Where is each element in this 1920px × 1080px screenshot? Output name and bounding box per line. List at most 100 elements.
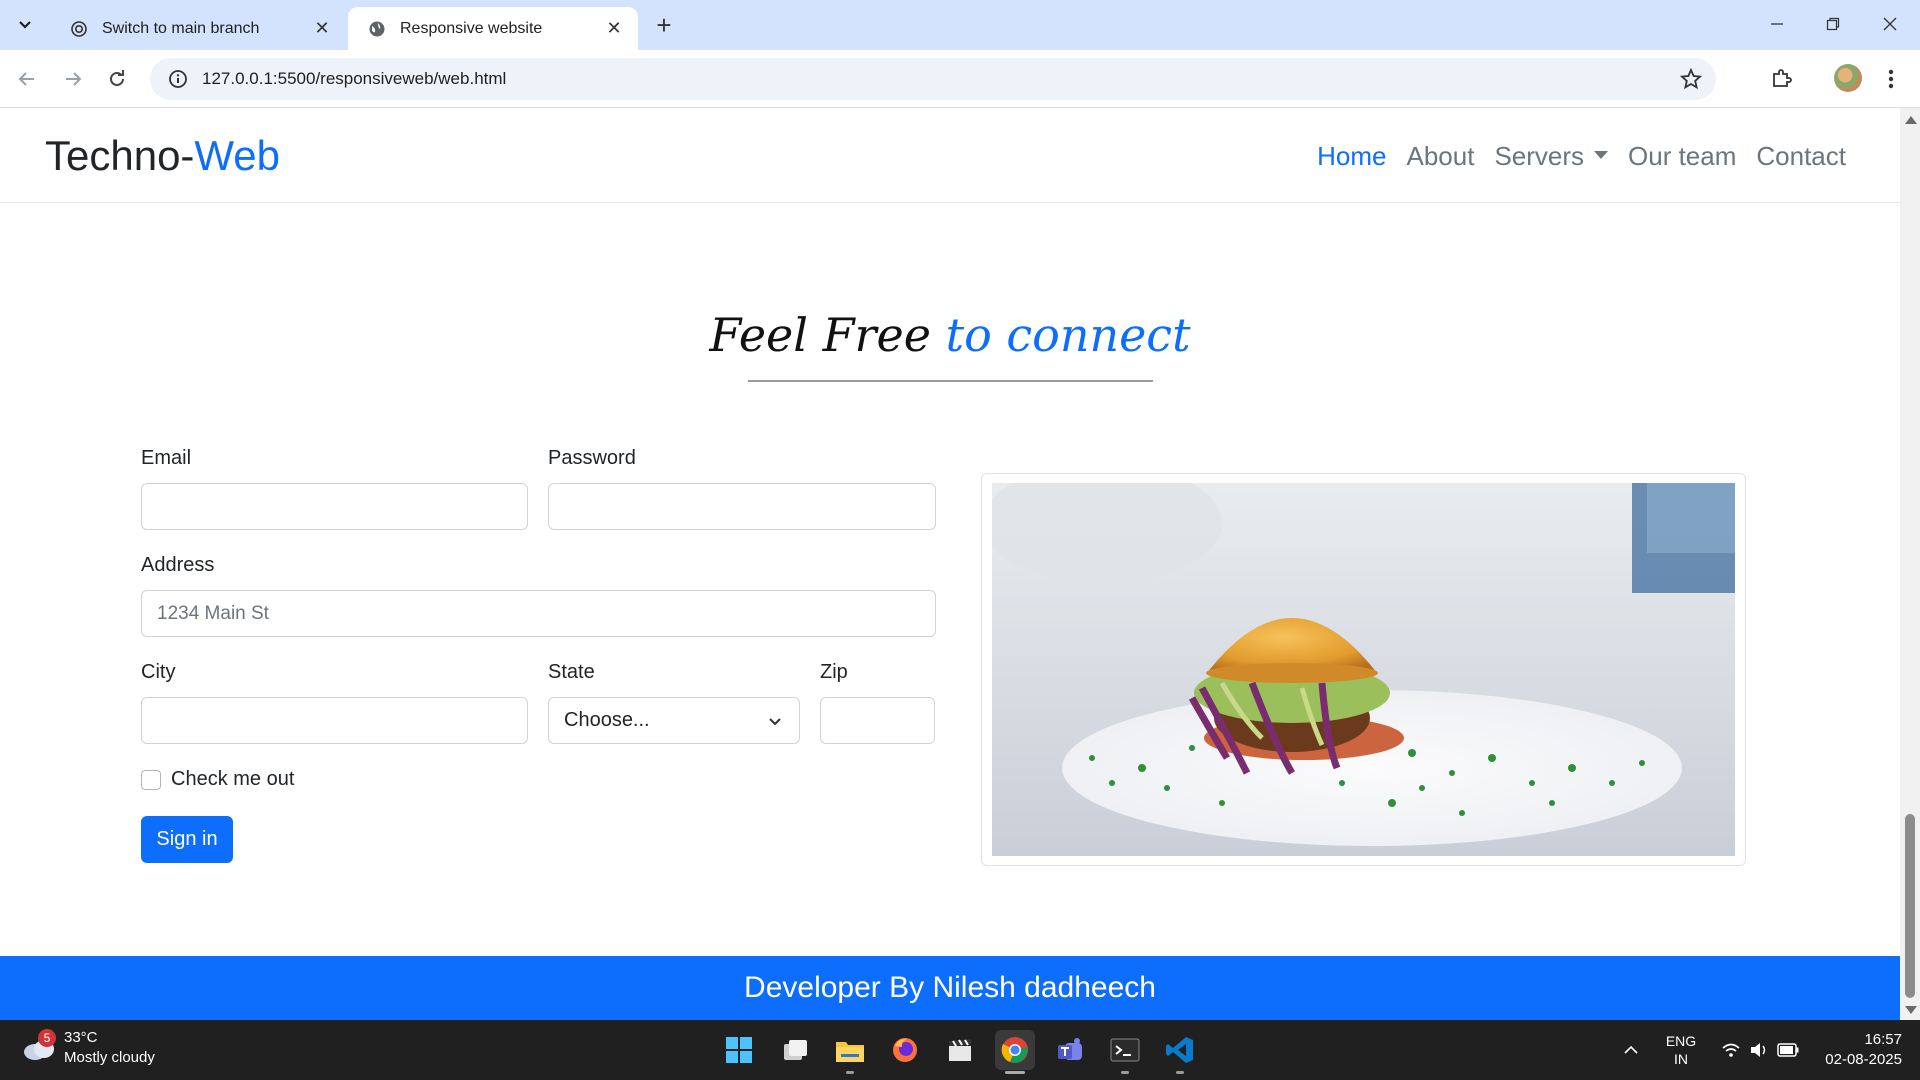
volume-icon (1751, 1043, 1766, 1057)
windows-taskbar: 5 33°C Mostly cloudy ENG IN 16:57 02-08-… (0, 1020, 1920, 1080)
running-indicator (1176, 1071, 1184, 1074)
reload-icon (110, 70, 124, 86)
profile-avatar[interactable] (1834, 64, 1862, 92)
clapperboard-icon (949, 1039, 971, 1061)
forward-button[interactable] (56, 62, 90, 96)
password-label: Password (548, 447, 636, 469)
battery-icon (1777, 1043, 1799, 1057)
weather-temp: 33°C (64, 1029, 98, 1046)
zip-label: Zip (820, 661, 848, 683)
close-icon[interactable]: ✕ (604, 18, 624, 39)
tab-search-button[interactable] (9, 9, 41, 41)
address-placeholder: 1234 Main St (157, 602, 269, 624)
kebab-menu-icon[interactable] (1876, 64, 1906, 94)
city-label: City (141, 661, 176, 683)
brand-part-2: Web (194, 132, 281, 179)
task-view-icon (784, 1040, 807, 1060)
heading-underline (748, 380, 1153, 382)
nav-home[interactable]: Home (1317, 141, 1386, 172)
chrome-app[interactable] (995, 1030, 1035, 1074)
language-indicator[interactable]: ENG IN (1662, 1020, 1700, 1080)
heading-part-1: Feel Free (709, 308, 946, 362)
scroll-up-arrow[interactable] (1905, 116, 1917, 124)
close-window-button[interactable] (1862, 0, 1918, 48)
reload-button[interactable] (100, 62, 134, 96)
minimize-button[interactable] (1749, 0, 1805, 48)
openai-icon (70, 20, 88, 38)
extensions-icon[interactable] (1766, 64, 1796, 94)
folder-icon (836, 1042, 864, 1062)
check-me-out-checkbox[interactable] (141, 770, 161, 790)
clock[interactable]: 16:57 02-08-2025 (1812, 1020, 1902, 1080)
vscode-icon (1166, 1037, 1193, 1063)
tab-switch-to-main-branch[interactable]: Switch to main branch ✕ (50, 7, 346, 50)
state-select[interactable]: Choose... (548, 697, 800, 744)
nav-contact[interactable]: Contact (1756, 141, 1846, 172)
system-status-group[interactable] (1715, 1020, 1805, 1080)
teams-app[interactable] (1050, 1030, 1090, 1070)
site-brand[interactable]: Techno-Web (45, 132, 280, 180)
arrow-left-icon (18, 72, 34, 86)
weather-badge: 5 (38, 1029, 56, 1047)
city-field[interactable] (141, 697, 528, 744)
weather-condition: Mostly cloudy (64, 1049, 155, 1066)
file-explorer-app[interactable] (830, 1030, 870, 1074)
scrollbar-thumb[interactable] (1905, 814, 1915, 998)
windows-icon (726, 1037, 752, 1063)
check-me-out-label: Check me out (171, 768, 295, 790)
weather-widget[interactable]: 5 33°C Mostly cloudy (22, 1028, 155, 1068)
clock-date: 02-08-2025 (1825, 1051, 1902, 1068)
chevron-up-icon (1624, 1045, 1638, 1054)
clapper-app[interactable] (940, 1030, 980, 1070)
tray-overflow-button[interactable] (1618, 1020, 1644, 1080)
browser-toolbar: 127.0.0.1:5500/responsiveweb/web.html (0, 50, 1920, 108)
email-field[interactable] (141, 483, 528, 530)
zip-field[interactable] (820, 697, 935, 744)
password-field[interactable] (548, 483, 936, 530)
image-card (981, 473, 1746, 866)
caret-down-icon (1594, 151, 1609, 160)
star-icon[interactable] (1679, 67, 1703, 95)
scroll-down-arrow[interactable] (1905, 1006, 1917, 1014)
heading-part-2: to connect (945, 308, 1191, 362)
terminal-app[interactable] (1105, 1030, 1145, 1074)
cloud-icon: 5 (22, 1029, 56, 1061)
restore-button[interactable] (1805, 0, 1861, 48)
start-button[interactable] (719, 1030, 759, 1070)
lang-line-1: ENG (1665, 1033, 1697, 1049)
chrome-icon (1001, 1037, 1028, 1063)
nav-servers-label: Servers (1494, 141, 1585, 171)
close-icon[interactable]: ✕ (312, 18, 332, 39)
minimize-icon (1771, 23, 1783, 25)
site-navbar: Techno-Web Home About Servers Our team C… (0, 108, 1900, 203)
restore-icon (1826, 17, 1840, 31)
nav-about[interactable]: About (1406, 141, 1474, 172)
close-icon (1883, 17, 1897, 31)
page-scrollbar[interactable] (1900, 108, 1920, 1020)
running-indicator (846, 1071, 854, 1074)
nav-links: Home About Servers Our team Contact (1297, 141, 1846, 172)
section-heading: Feel Free to connect (0, 308, 1900, 362)
address-label: Address (141, 554, 215, 576)
nav-servers-dropdown[interactable]: Servers (1494, 141, 1609, 172)
site-info-icon[interactable] (158, 69, 198, 89)
tab-title: Responsive website (400, 19, 543, 37)
tab-responsive-website[interactable]: Responsive website ✕ (348, 7, 638, 50)
teams-icon (1058, 1038, 1082, 1060)
vscode-app[interactable] (1160, 1030, 1200, 1074)
address-bar[interactable]: 127.0.0.1:5500/responsiveweb/web.html (150, 58, 1716, 100)
url-text: 127.0.0.1:5500/responsiveweb/web.html (202, 69, 507, 88)
nav-our-team[interactable]: Our team (1628, 141, 1736, 172)
running-indicator (1005, 1071, 1025, 1074)
arrow-right-icon (66, 72, 82, 86)
address-field[interactable]: 1234 Main St (141, 590, 936, 637)
state-selected-value: Choose... (564, 709, 650, 731)
new-tab-button[interactable]: + (650, 10, 678, 40)
brand-part-1: Techno- (45, 132, 195, 179)
task-view-button[interactable] (775, 1030, 815, 1070)
sign-in-button[interactable]: Sign in (141, 816, 233, 863)
email-label: Email (141, 447, 192, 469)
site-footer: Developer By Nilesh dadheech (0, 956, 1900, 1020)
back-button[interactable] (10, 62, 44, 96)
firefox-app[interactable] (885, 1030, 925, 1070)
